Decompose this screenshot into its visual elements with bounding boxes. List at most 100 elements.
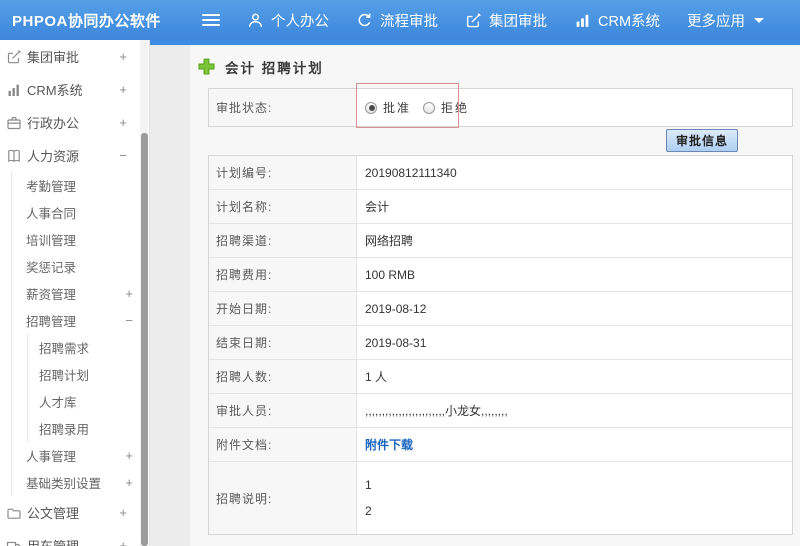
bar-chart-icon xyxy=(574,12,591,29)
table-row: 计划名称: 会计 xyxy=(209,190,792,224)
field-label: 招聘说明: xyxy=(209,462,357,534)
book-icon xyxy=(6,148,22,164)
sidebar-item-hr-contract[interactable]: 人事合同 xyxy=(12,199,149,226)
plan-number-value: 20190812111340 xyxy=(365,165,457,180)
main-content: 会计 招聘计划 审批状态: 批准 拒绝 审批信息 计划编号: 201908121… xyxy=(150,40,800,546)
sidebar-item-label: 招聘计划 xyxy=(39,369,90,383)
table-row: 附件文档: 附件下载 xyxy=(209,428,792,462)
nav-item-workflow-approval[interactable]: 流程审批 xyxy=(356,10,438,31)
sidebar-item-training-management[interactable]: 培训管理 xyxy=(12,226,149,253)
edit-square-icon xyxy=(6,49,22,65)
expand-toggle[interactable]: + xyxy=(119,49,127,64)
sidebar-item-label: 行政办公 xyxy=(27,116,80,131)
field-label: 开始日期: xyxy=(209,292,357,325)
table-row: 招聘人数: 1 人 xyxy=(209,360,792,394)
sidebar-item-vehicle-management[interactable]: 用车管理 + xyxy=(0,529,149,546)
table-row: 招聘说明: 1 2 xyxy=(209,462,792,534)
edit-square-icon xyxy=(465,12,482,29)
nav-item-personal-office[interactable]: 个人办公 xyxy=(247,10,329,31)
sidebar-item-recruitment-hiring[interactable]: 招聘录用 xyxy=(28,415,149,442)
hamburger-menu-icon[interactable] xyxy=(202,13,220,27)
recruitment-plan-table: 计划编号: 20190812111340 计划名称: 会计 招聘渠道: 网络招聘… xyxy=(208,155,793,535)
sidebar-item-label: CRM系统 xyxy=(27,83,83,98)
nav-item-label: 个人办公 xyxy=(271,13,329,30)
sidebar-item-recruitment-demand[interactable]: 招聘需求 xyxy=(28,334,149,361)
sidebar-item-label: 用车管理 xyxy=(27,536,79,546)
sidebar-item-salary-management[interactable]: 薪资管理 + xyxy=(12,280,149,307)
sidebar-item-label: 招聘录用 xyxy=(39,423,90,437)
nav-item-group-approval[interactable]: 集团审批 xyxy=(465,10,547,31)
recruit-channel-value: 网络招聘 xyxy=(365,234,414,248)
attachment-download-link[interactable]: 附件下载 xyxy=(365,436,413,453)
radio-approve[interactable] xyxy=(365,101,377,114)
table-row: 计划编号: 20190812111340 xyxy=(209,156,792,190)
table-row: 审批人员: ,,,,,,,,,,,,,,,,,,,,,,,,小龙女,,,,,,,… xyxy=(209,394,792,428)
radio-approve-label[interactable]: 批准 xyxy=(383,99,411,116)
expand-toggle[interactable]: + xyxy=(125,286,133,301)
sidebar-item-talent-pool[interactable]: 人才库 xyxy=(28,388,149,415)
table-row: 开始日期: 2019-08-12 xyxy=(209,292,792,326)
expand-toggle[interactable]: + xyxy=(119,115,127,130)
breadcrumb: 会计 招聘计划 xyxy=(190,45,800,88)
nav-item-crm-system[interactable]: CRM系统 xyxy=(574,10,660,31)
start-date-value: 2019-08-12 xyxy=(365,301,427,316)
approval-info-button[interactable]: 审批信息 xyxy=(665,129,738,152)
expand-toggle[interactable]: + xyxy=(125,475,133,490)
app-logo[interactable]: PHPOA协同办公软件 xyxy=(0,10,192,31)
radio-reject[interactable] xyxy=(423,101,436,114)
nav-item-label: CRM系统 xyxy=(598,13,661,30)
nav-item-more-apps[interactable]: 更多应用 xyxy=(687,10,765,31)
field-label: 结束日期: xyxy=(209,326,357,359)
description-line: 2 xyxy=(365,504,372,518)
sidebar-item-label: 招聘管理 xyxy=(26,315,77,329)
sidebar-item-label: 薪资管理 xyxy=(26,288,77,302)
headcount-value: 1 人 xyxy=(365,370,388,384)
sidebar-item-label: 奖惩记录 xyxy=(26,261,77,275)
expand-toggle[interactable]: + xyxy=(119,505,127,520)
expand-toggle[interactable]: + xyxy=(119,538,127,546)
sidebar-item-document-management[interactable]: 公文管理 + xyxy=(0,496,149,529)
sidebar-item-recruitment-plan[interactable]: 招聘计划 xyxy=(28,361,149,388)
cycle-arrow-icon xyxy=(356,12,373,29)
expand-toggle[interactable]: − xyxy=(119,148,127,163)
sidebar-item-group-approval[interactable]: 集团审批 + xyxy=(0,40,149,73)
recruit-description: 1 2 xyxy=(365,478,372,518)
sidebar-menu: 集团审批 + CRM系统 + 行政办公 + 人力资源 − 考勤管理 人事合同 培… xyxy=(0,40,150,546)
sidebar-item-basic-category-settings[interactable]: 基础类别设置 + xyxy=(12,469,149,496)
expand-toggle[interactable]: + xyxy=(119,82,127,97)
nav-item-label: 更多应用 xyxy=(687,13,746,30)
sidebar-item-label: 招聘需求 xyxy=(39,342,90,356)
user-icon xyxy=(247,12,264,29)
plus-icon xyxy=(198,58,215,75)
table-row: 招聘费用: 100 RMB xyxy=(209,258,792,292)
approval-status-options: 批准 拒绝 xyxy=(357,89,792,126)
table-row: 结束日期: 2019-08-31 xyxy=(209,326,792,360)
sidebar-item-admin-office[interactable]: 行政办公 + xyxy=(0,106,149,139)
human-resources-submenu: 考勤管理 人事合同 培训管理 奖惩记录 薪资管理 + 招聘管理 − 招聘需求 招… xyxy=(11,172,149,496)
expand-toggle[interactable]: + xyxy=(125,448,133,463)
sidebar-item-label: 培训管理 xyxy=(26,234,77,248)
sidebar-item-crm-system[interactable]: CRM系统 + xyxy=(0,73,149,106)
field-label: 附件文档: xyxy=(209,428,357,461)
plan-name-value: 会计 xyxy=(365,200,390,214)
field-label: 审批人员: xyxy=(209,394,357,427)
nav-item-label: 集团审批 xyxy=(489,13,547,30)
expand-toggle[interactable]: − xyxy=(125,313,133,328)
sidebar-scrollbar-thumb[interactable] xyxy=(141,133,148,546)
sidebar-item-label: 人力资源 xyxy=(27,149,80,164)
field-label: 计划名称: xyxy=(209,190,357,223)
sidebar-item-recruitment-management[interactable]: 招聘管理 − xyxy=(12,307,149,334)
sidebar-item-label: 人才库 xyxy=(39,396,77,410)
sidebar-item-human-resources[interactable]: 人力资源 − xyxy=(0,139,149,172)
approvers-value: ,,,,,,,,,,,,,,,,,,,,,,,,小龙女,,,,,,,, xyxy=(365,404,508,418)
sidebar-item-personnel-management[interactable]: 人事管理 + xyxy=(12,442,149,469)
sidebar-item-label: 集团审批 xyxy=(27,50,80,65)
field-label: 计划编号: xyxy=(209,156,357,189)
sidebar-item-label: 人事合同 xyxy=(26,207,77,221)
sidebar-item-attendance-management[interactable]: 考勤管理 xyxy=(12,172,149,199)
page-title: 会计 招聘计划 xyxy=(225,60,324,76)
radio-reject-label[interactable]: 拒绝 xyxy=(441,99,469,116)
detail-panel: 会计 招聘计划 审批状态: 批准 拒绝 审批信息 计划编号: 201908121… xyxy=(190,45,800,546)
sidebar-item-reward-punishment-records[interactable]: 奖惩记录 xyxy=(12,253,149,280)
end-date-value: 2019-08-31 xyxy=(365,335,427,350)
